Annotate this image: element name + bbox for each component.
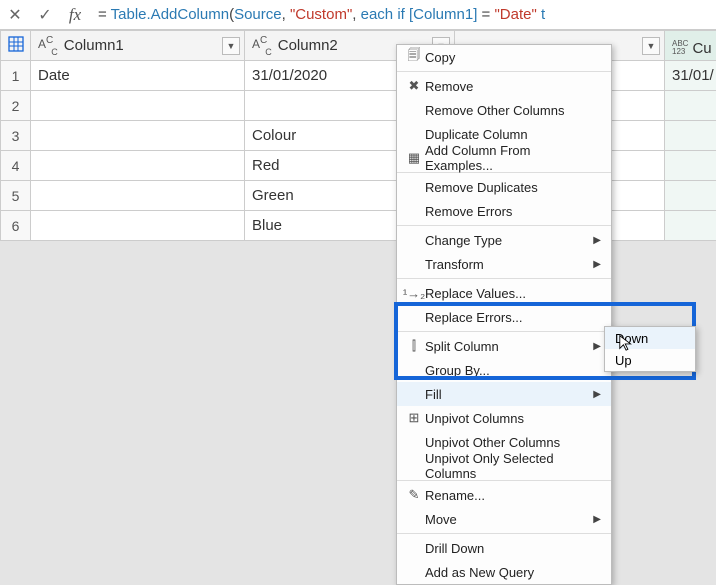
menu-unpivot-only-selected[interactable]: Unpivot Only Selected Columns	[397, 454, 611, 478]
table-corner-cell[interactable]	[1, 31, 31, 61]
row-number[interactable]: 2	[1, 91, 31, 121]
menu-split-column[interactable]: ⫿ Split Column ▶	[397, 334, 611, 358]
cell-column1[interactable]	[31, 151, 245, 181]
menu-remove[interactable]: ✖ Remove	[397, 74, 611, 98]
formula-input[interactable]: = Table.AddColumn(Source, "Custom", each…	[90, 6, 716, 24]
column-name: Cu	[692, 40, 711, 57]
menu-drill-down[interactable]: Drill Down	[397, 536, 611, 560]
fill-submenu: Down Up	[604, 326, 696, 372]
menu-copy[interactable]: 🗐 Copy	[397, 45, 611, 69]
menu-remove-other-columns[interactable]: Remove Other Columns	[397, 98, 611, 122]
row-number[interactable]: 5	[1, 181, 31, 211]
table-icon: ▦	[403, 150, 425, 166]
menu-unpivot-columns[interactable]: ⊞ Unpivot Columns	[397, 406, 611, 430]
text-type-icon: ACC	[252, 35, 274, 53]
cell-custom[interactable]	[665, 91, 716, 121]
text-type-icon: ACC	[38, 35, 60, 53]
unpivot-icon: ⊞	[403, 410, 425, 426]
any-type-icon: ABC123	[672, 40, 688, 56]
row-number[interactable]: 1	[1, 61, 31, 91]
cell-custom[interactable]	[665, 121, 716, 151]
row-number[interactable]: 3	[1, 121, 31, 151]
cell-custom[interactable]	[665, 181, 716, 211]
menu-remove-duplicates[interactable]: Remove Duplicates	[397, 175, 611, 199]
replace-icon: ¹→₂	[403, 286, 425, 301]
cell-custom[interactable]	[665, 211, 716, 241]
cell-column1[interactable]	[31, 121, 245, 151]
formula-bar: ✕ ✓ fx = Table.AddColumn(Source, "Custom…	[0, 0, 716, 30]
formula-cancel-button[interactable]: ✕	[0, 0, 30, 30]
cell-column1[interactable]	[31, 211, 245, 241]
menu-remove-errors[interactable]: Remove Errors	[397, 199, 611, 223]
rename-icon: ✎	[403, 487, 425, 503]
cell-custom[interactable]	[665, 151, 716, 181]
split-icon: ⫿	[403, 338, 425, 354]
menu-add-as-new-query[interactable]: Add as New Query	[397, 560, 611, 584]
column-filter-dropdown[interactable]: ▼	[222, 37, 240, 55]
table-icon	[8, 39, 24, 55]
row-number[interactable]: 4	[1, 151, 31, 181]
row-number[interactable]: 6	[1, 211, 31, 241]
menu-replace-values[interactable]: ¹→₂ Replace Values...	[397, 281, 611, 305]
menu-transform[interactable]: Transform ▶	[397, 252, 611, 276]
copy-icon: 🗐	[403, 46, 425, 68]
menu-fill-up[interactable]: Up	[605, 349, 695, 371]
chevron-right-icon: ▶	[593, 259, 601, 270]
cell-column1[interactable]	[31, 91, 245, 121]
column-header-custom[interactable]: ABC123 Cu	[665, 31, 716, 61]
cell-column1[interactable]	[31, 181, 245, 211]
cell-custom[interactable]: 31/01/	[665, 61, 716, 91]
menu-fill-down[interactable]: Down	[605, 327, 695, 349]
chevron-right-icon: ▶	[593, 389, 601, 400]
menu-group-by[interactable]: Group By...	[397, 358, 611, 382]
menu-replace-errors[interactable]: Replace Errors...	[397, 305, 611, 329]
chevron-right-icon: ▶	[593, 514, 601, 525]
menu-change-type[interactable]: Change Type ▶	[397, 228, 611, 252]
remove-icon: ✖	[403, 78, 425, 94]
menu-move[interactable]: Move ▶	[397, 507, 611, 531]
cell-column1[interactable]: Date	[31, 61, 245, 91]
column-name: Column1	[64, 37, 124, 54]
chevron-right-icon: ▶	[593, 235, 601, 246]
menu-fill[interactable]: Fill ▶	[397, 382, 611, 406]
menu-add-column-examples[interactable]: ▦ Add Column From Examples...	[397, 146, 611, 170]
column-filter-dropdown[interactable]: ▼	[642, 37, 660, 55]
menu-rename[interactable]: ✎ Rename...	[397, 483, 611, 507]
column-context-menu: 🗐 Copy ✖ Remove Remove Other Columns Dup…	[396, 44, 612, 585]
column-name: Column2	[278, 37, 338, 54]
formula-accept-button[interactable]: ✓	[30, 0, 60, 30]
chevron-right-icon: ▶	[593, 341, 601, 352]
fx-icon[interactable]: fx	[60, 0, 90, 30]
column-header-column1[interactable]: ACC Column1 ▼	[31, 31, 245, 61]
